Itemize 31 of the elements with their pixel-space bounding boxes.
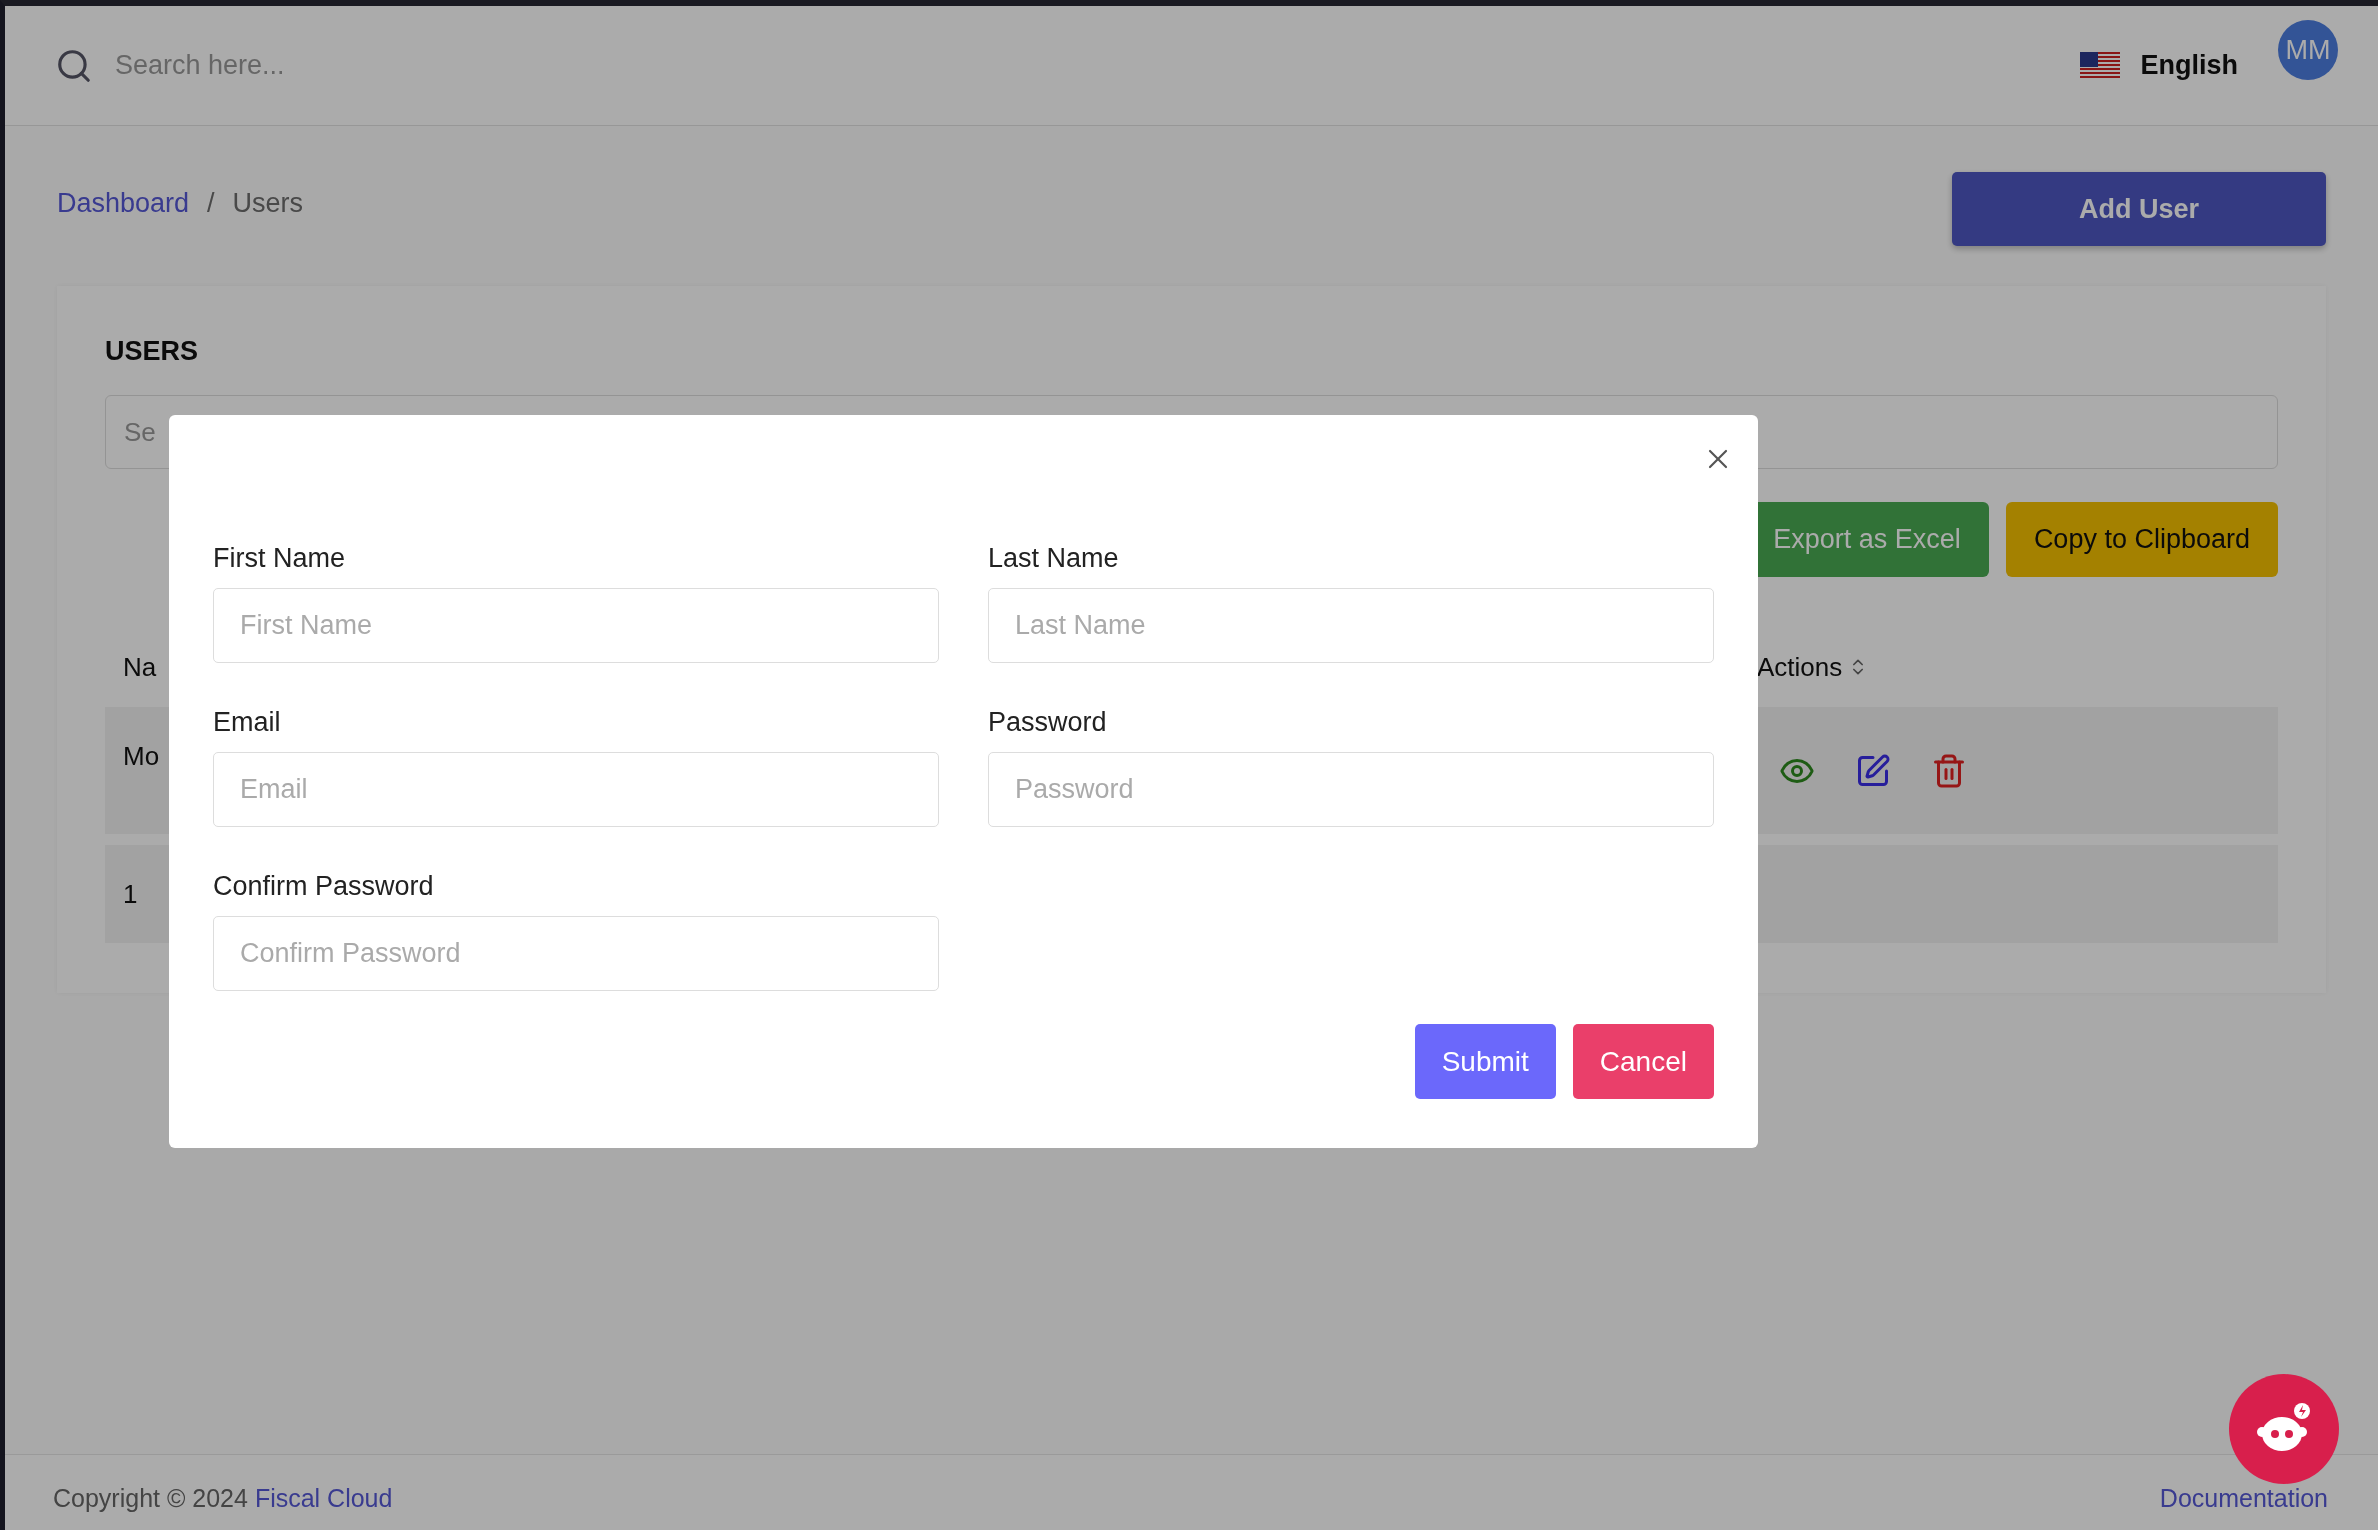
- input-field[interactable]: Password: [988, 752, 1714, 827]
- user-avatar[interactable]: MM: [2278, 20, 2338, 80]
- breadcrumb-current: Users: [232, 188, 304, 219]
- field-label: Password: [988, 707, 1108, 738]
- column-header[interactable]: Actions: [1757, 651, 1869, 683]
- card-title: USERS: [105, 336, 200, 367]
- input-field[interactable]: Confirm Password: [213, 916, 939, 991]
- input-field[interactable]: Last Name: [988, 588, 1714, 663]
- breadcrumb-separator: /: [207, 188, 215, 219]
- field-label: First Name: [213, 543, 346, 574]
- field-label: Confirm Password: [213, 871, 435, 902]
- field-label: Last Name: [988, 543, 1120, 574]
- input-field[interactable]: Email: [213, 752, 939, 827]
- search-field[interactable]: Search here...: [113, 49, 2061, 82]
- copy-button[interactable]: Copy to Clipboard: [2005, 502, 2278, 577]
- edit-icon[interactable]: [1855, 752, 1891, 789]
- company-link[interactable]: Fiscal Cloud: [254, 1484, 393, 1512]
- input-field[interactable]: First Name: [213, 588, 939, 663]
- submit-button[interactable]: Submit: [1414, 1024, 1556, 1099]
- table-cell: 1: [123, 878, 138, 910]
- field-label: Email: [213, 707, 282, 738]
- table-cell-text: Mo: [123, 740, 160, 772]
- language-selector[interactable]: English: [2140, 50, 2238, 81]
- cancel-button[interactable]: Cancel: [1572, 1024, 1714, 1099]
- copyright-text: Copyright © 2024 Fiscal Cloud: [53, 1484, 393, 1513]
- add-user-button[interactable]: Add User: [1952, 172, 2326, 246]
- flag-icon: [2080, 51, 2121, 80]
- documentation-link[interactable]: Documentation: [2159, 1484, 2328, 1513]
- column-header[interactable]: Na: [123, 651, 157, 683]
- trash-icon[interactable]: [1931, 752, 1967, 789]
- breadcrumb-link[interactable]: Dashboard: [57, 188, 190, 219]
